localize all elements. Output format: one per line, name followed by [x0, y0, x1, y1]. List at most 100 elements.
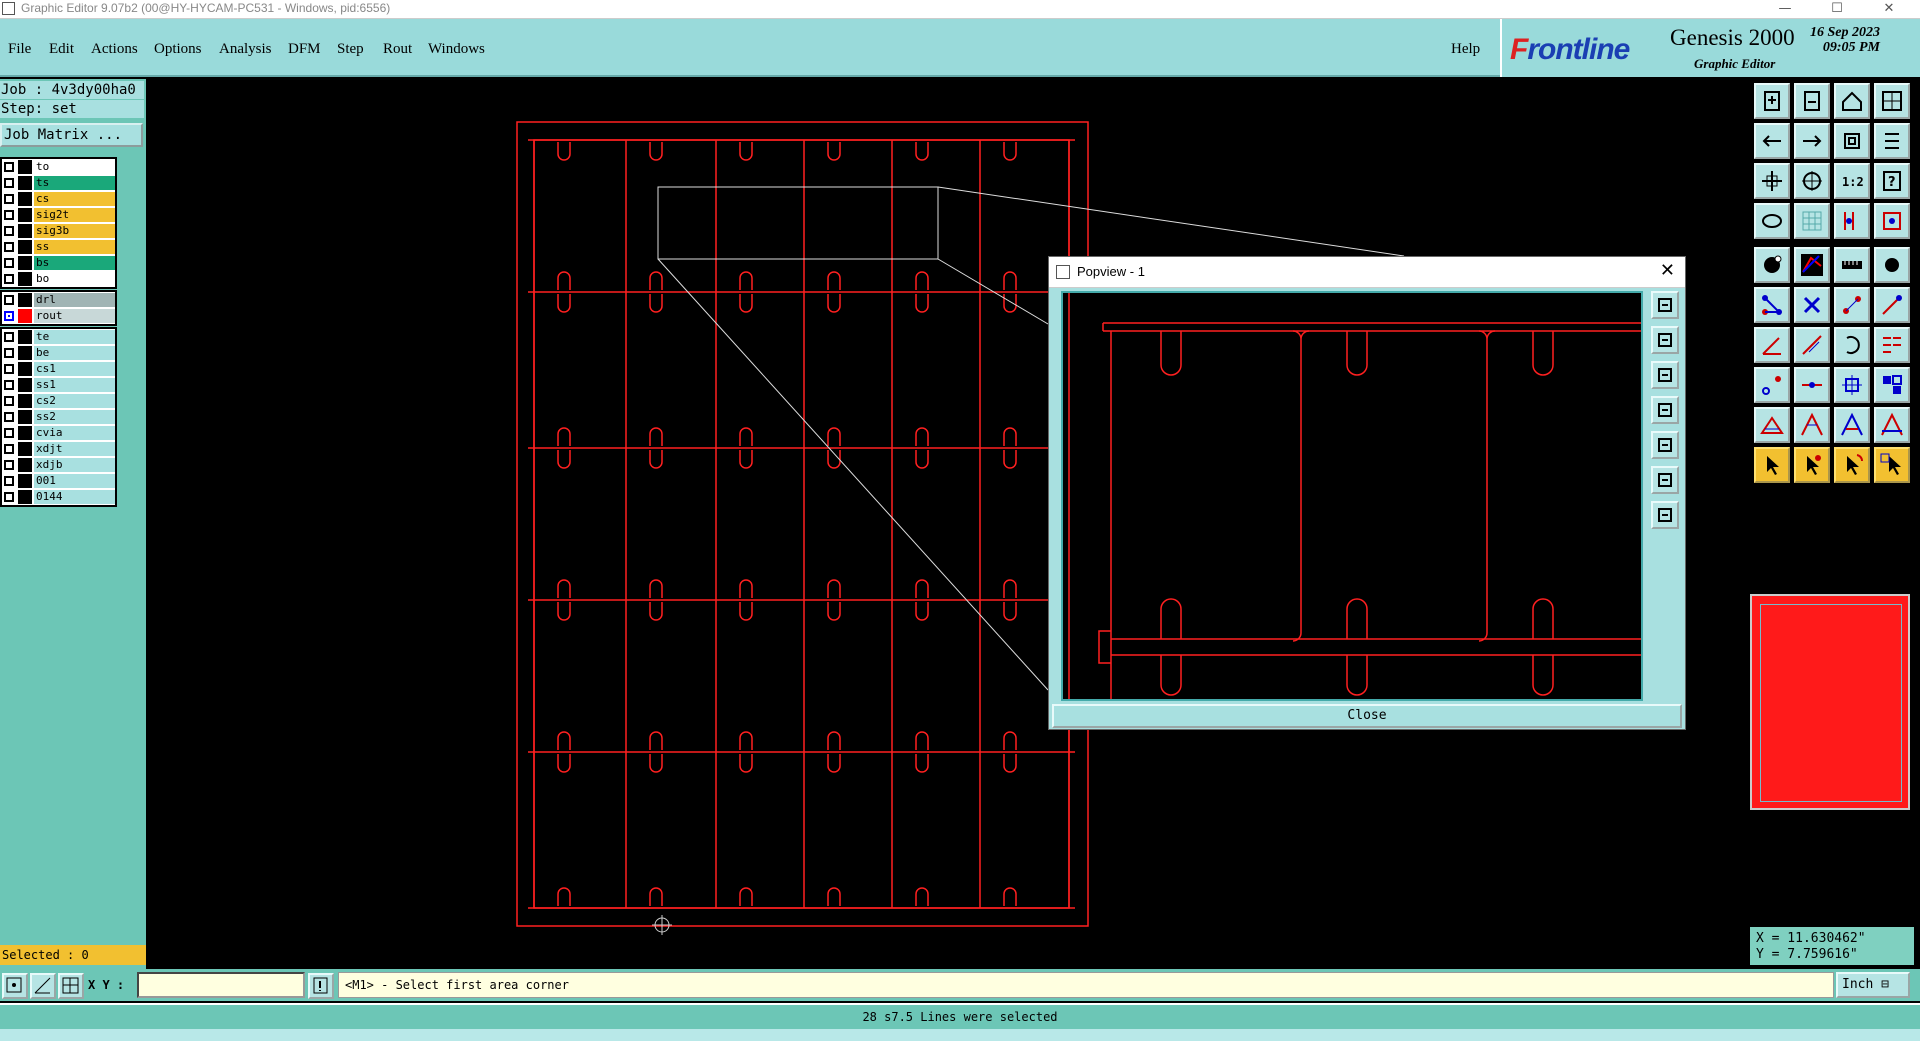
layer-name[interactable]: sig2t	[34, 208, 115, 222]
flip-tool-button[interactable]	[1874, 327, 1910, 363]
fill-tool-button[interactable]	[1834, 367, 1870, 403]
snap-tool-button[interactable]	[1874, 123, 1910, 159]
layer-row-cs2[interactable]: cs2	[2, 393, 115, 409]
menu-file[interactable]: File	[8, 41, 31, 58]
layer-checkbox[interactable]	[4, 162, 14, 172]
layer-checkbox[interactable]	[4, 210, 14, 220]
menu-analysis[interactable]: Analysis	[219, 41, 272, 58]
close-window-button[interactable]: ✕	[1866, 0, 1912, 18]
layer-row-te[interactable]: te	[2, 329, 115, 345]
layer-row-ss[interactable]: ss	[2, 239, 115, 255]
layer-checkbox[interactable]	[4, 242, 14, 252]
layer-name[interactable]: drl	[34, 293, 115, 307]
layer-checkbox[interactable]	[4, 311, 14, 321]
popview-close-button[interactable]: Close	[1052, 704, 1682, 728]
layer-name[interactable]: ss	[34, 240, 115, 254]
layer-row-sig3b[interactable]: sig3b	[2, 223, 115, 239]
popview-canvas[interactable]	[1061, 291, 1643, 701]
pointer-tool-button[interactable]	[1754, 447, 1790, 483]
layer-row-cs1[interactable]: cs1	[2, 361, 115, 377]
layer-name[interactable]: cvia	[34, 426, 115, 440]
layer-name[interactable]: cs1	[34, 362, 115, 376]
snap-mode-button[interactable]	[2, 973, 28, 999]
menu-help[interactable]: Help	[1451, 41, 1480, 58]
layer-checkbox[interactable]	[4, 412, 14, 422]
outline-tool-button[interactable]	[1874, 407, 1910, 443]
layer-row-bs[interactable]: bs	[2, 255, 115, 271]
menu-rout[interactable]: Rout	[383, 41, 412, 58]
layer-color-swatch[interactable]	[18, 426, 32, 440]
pan-left-button[interactable]	[1651, 396, 1679, 424]
properties-tool-button[interactable]	[1874, 203, 1910, 239]
layer-checkbox[interactable]	[4, 444, 14, 454]
pan-right-button[interactable]	[1651, 431, 1679, 459]
layer-color-swatch[interactable]	[18, 378, 32, 392]
fit-selection-button[interactable]	[1651, 501, 1679, 529]
pointer-rotate-tool-button[interactable]	[1834, 447, 1870, 483]
menu-actions[interactable]: Actions	[91, 41, 138, 58]
zoom-home-tool-button[interactable]	[1754, 83, 1790, 119]
fit-all-button[interactable]	[1651, 466, 1679, 494]
layer-color-swatch[interactable]	[18, 192, 32, 206]
menu-edit[interactable]: Edit	[49, 41, 74, 58]
layer-color-swatch[interactable]	[18, 442, 32, 456]
layer-color-swatch[interactable]	[18, 309, 32, 323]
segment-tool-button[interactable]	[1794, 367, 1830, 403]
layer-name[interactable]: ss2	[34, 410, 115, 424]
select-tool-button[interactable]	[1754, 247, 1790, 283]
layer-name[interactable]: bo	[34, 272, 115, 286]
layer-row-to[interactable]: to	[2, 159, 115, 175]
layer-checkbox[interactable]	[4, 380, 14, 390]
redraw-tool-button[interactable]	[1834, 123, 1870, 159]
layer-checkbox[interactable]	[4, 258, 14, 268]
layer-name[interactable]: te	[34, 330, 115, 344]
scale-tool-button[interactable]: 1:2	[1834, 163, 1870, 199]
layer-checkbox[interactable]	[4, 332, 14, 342]
view-tool-button[interactable]	[1874, 83, 1910, 119]
layer-name[interactable]: to	[34, 160, 115, 174]
layer-name[interactable]: cs	[34, 192, 115, 206]
layer-color-swatch[interactable]	[18, 458, 32, 472]
layer-checkbox[interactable]	[4, 492, 14, 502]
arc-tool-button[interactable]	[1834, 327, 1870, 363]
layer-color-swatch[interactable]	[18, 293, 32, 307]
layer-color-swatch[interactable]	[18, 410, 32, 424]
units-select[interactable]: Inch ⊟	[1836, 972, 1910, 998]
pointer-multi-tool-button[interactable]	[1874, 447, 1910, 483]
layer-name[interactable]: ts	[34, 176, 115, 190]
angle-mode-button[interactable]	[30, 973, 56, 999]
job-matrix-button[interactable]: Job Matrix ...	[0, 123, 143, 147]
node-tool-button[interactable]	[1754, 367, 1790, 403]
array-tool-button[interactable]	[1874, 367, 1910, 403]
layer-checkbox[interactable]	[4, 460, 14, 470]
layer-row-be[interactable]: be	[2, 345, 115, 361]
layer-color-swatch[interactable]	[18, 474, 32, 488]
layer-row-ts[interactable]: ts	[2, 175, 115, 191]
layer-row-bo[interactable]: bo	[2, 271, 115, 287]
maximize-button[interactable]: ☐	[1814, 0, 1860, 18]
zoom-out-tool-button[interactable]	[1834, 83, 1870, 119]
layer-color-swatch[interactable]	[18, 208, 32, 222]
layer-checkbox[interactable]	[4, 396, 14, 406]
layer-name[interactable]: cs2	[34, 394, 115, 408]
line-tool-button[interactable]	[1874, 287, 1910, 323]
layer-color-swatch[interactable]	[18, 490, 32, 504]
minimize-button[interactable]: —	[1762, 0, 1808, 18]
zoom-in-button[interactable]	[1651, 326, 1679, 354]
slope-tool-button[interactable]	[1794, 327, 1830, 363]
add-point-tool-button[interactable]	[1834, 287, 1870, 323]
layer-color-swatch[interactable]	[18, 224, 32, 238]
info-button[interactable]	[308, 973, 334, 999]
layer-checkbox[interactable]	[4, 428, 14, 438]
layer-row-rout[interactable]: rout	[2, 308, 115, 324]
layer-name[interactable]: be	[34, 346, 115, 360]
grid-mode-button[interactable]	[58, 973, 84, 999]
layer-checkbox[interactable]	[4, 274, 14, 284]
layer-row-cs[interactable]: cs	[2, 191, 115, 207]
layer-checkbox[interactable]	[4, 178, 14, 188]
popview-close-x-button[interactable]: ✕	[1660, 260, 1675, 281]
layer-row-sig2t[interactable]: sig2t	[2, 207, 115, 223]
triangle-tool-button[interactable]	[1754, 407, 1790, 443]
layer-name[interactable]: xdjt	[34, 442, 115, 456]
pan-left-tool-button[interactable]	[1754, 123, 1790, 159]
